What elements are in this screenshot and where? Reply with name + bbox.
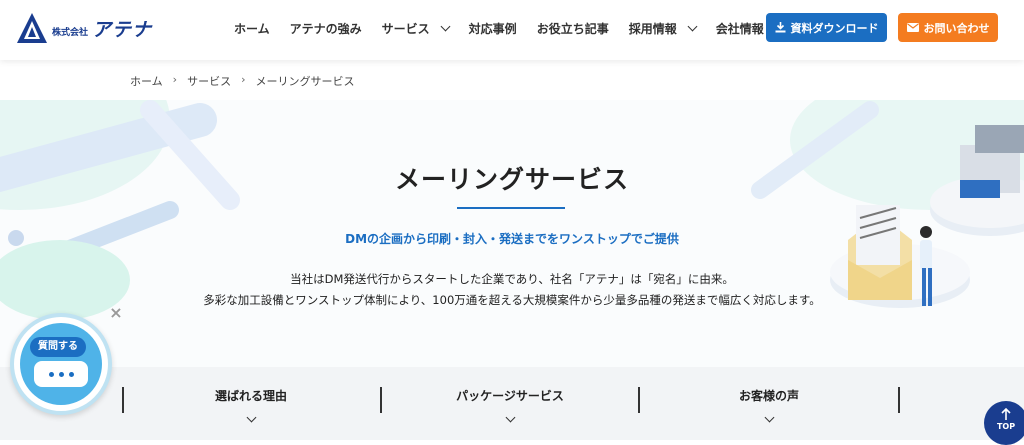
chat-close-icon[interactable]: ×	[108, 305, 124, 321]
logo-kabushiki-text: 株式会社	[52, 27, 89, 38]
tab-reasons[interactable]: 選ばれる理由	[122, 385, 380, 435]
tab-label: パッケージサービス	[456, 389, 564, 403]
tab-testimonials[interactable]: お客様の声	[640, 385, 898, 435]
chat-widget-button[interactable]: 質問する	[10, 313, 112, 415]
chat-label: 質問する	[30, 337, 86, 357]
page-description: 当社はDM発送代行からスタートした企業であり、社名「アテナ」は「宛名」に由来。 …	[0, 269, 1024, 311]
chevron-down-icon	[764, 412, 774, 423]
back-to-top-button[interactable]: TOP	[984, 401, 1024, 445]
typing-dot	[48, 371, 54, 377]
tab-packages[interactable]: パッケージサービス	[381, 385, 639, 435]
tab-label: お客様の声	[738, 389, 799, 403]
nav-item-home[interactable]: ホーム	[234, 20, 270, 37]
contact-label: お問い合わせ	[923, 21, 990, 35]
back-to-top-label: TOP	[996, 422, 1016, 431]
nav-label: 対応事例	[468, 21, 517, 36]
download-icon	[775, 22, 785, 33]
nav-item-recruit[interactable]: 採用情報	[628, 20, 698, 37]
company-logo[interactable]: 株式会社 アテナ	[16, 12, 152, 44]
logo-name-text: アテナ	[92, 18, 153, 41]
tab-label: 選ばれる理由	[214, 389, 287, 403]
chat-widget-inner: 質問する	[20, 323, 102, 405]
chevron-down-icon	[505, 412, 515, 423]
arrow-up-icon	[1001, 407, 1011, 420]
tab-divider	[898, 387, 900, 413]
page-title: メーリングサービス	[394, 165, 629, 194]
download-button[interactable]: 資料ダウンロード	[766, 13, 887, 42]
typing-dot	[58, 371, 64, 377]
contact-button[interactable]: お問い合わせ	[898, 13, 998, 42]
nav-label: 会社情報	[715, 21, 764, 36]
title-underline	[457, 207, 565, 209]
description-line: 当社はDM発送代行からスタートした企業であり、社名「アテナ」は「宛名」に由来。	[290, 272, 734, 286]
chevron-down-icon	[687, 21, 698, 31]
breadcrumb-services[interactable]: サービス	[187, 73, 231, 89]
site-header: 株式会社 アテナ ホーム アテナの強み サービス 対応事例 お役立ち記事 採用情…	[0, 0, 1024, 60]
nav-item-cases[interactable]: 対応事例	[469, 20, 517, 37]
anchor-tabs: 選ばれる理由 パッケージサービス お客様の声	[0, 367, 1024, 440]
breadcrumb-home[interactable]: ホーム	[130, 73, 163, 89]
nav-item-articles[interactable]: お役立ち記事	[537, 20, 609, 37]
nav-item-services[interactable]: サービス	[381, 20, 451, 37]
breadcrumb-current: メーリングサービス	[255, 75, 355, 88]
download-label: 資料ダウンロード	[790, 21, 879, 35]
nav-label: お役立ち記事	[536, 21, 609, 36]
nav-label: アテナの強み	[289, 21, 362, 36]
nav-label: ホーム	[234, 21, 270, 36]
breadcrumb-separator-icon: ›	[172, 73, 178, 86]
breadcrumb-separator-icon: ›	[241, 73, 246, 86]
main-nav: ホーム アテナの強み サービス 対応事例 お役立ち記事 採用情報 会社情報	[234, 0, 803, 56]
logo-mark-icon	[17, 13, 47, 43]
nav-label: サービス	[381, 21, 430, 36]
mail-icon	[906, 23, 919, 32]
typing-dot	[68, 371, 74, 377]
page-subtitle: DMの企画から印刷・封入・発送までをワンストップでご提供	[345, 232, 679, 246]
chat-bubble-icon	[34, 361, 88, 387]
nav-item-strengths[interactable]: アテナの強み	[290, 20, 362, 37]
nav-label: 採用情報	[628, 21, 677, 36]
chevron-down-icon	[440, 21, 451, 31]
breadcrumb: ホーム › サービス › メーリングサービス	[130, 73, 354, 89]
chevron-down-icon	[246, 412, 256, 423]
description-line: 多彩な加工設備とワンストップ体制により、100万通を超える大規模案件から少量多品…	[203, 293, 821, 307]
